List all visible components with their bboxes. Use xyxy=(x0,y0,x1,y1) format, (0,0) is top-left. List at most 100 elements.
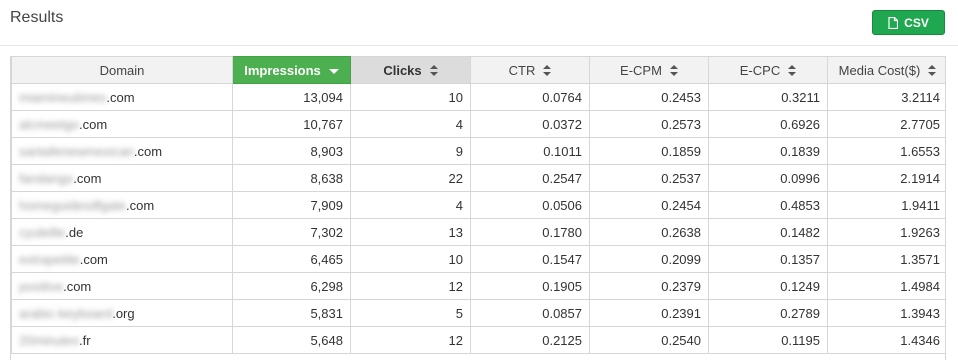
table-row: positive.com 6,298 12 0.1905 0.2379 0.1249 1.4… xyxy=(11,272,945,300)
domain-suffix: .com xyxy=(106,89,135,105)
cell-ecpm: 0.2099 xyxy=(589,245,709,273)
cell-impressions: 7,302 xyxy=(232,218,351,246)
cell-ctr: 0.0857 xyxy=(470,299,590,327)
cell-ecpc: 0.1249 xyxy=(708,272,828,300)
table-row: 20minutes.fr 5,648 12 0.2125 0.2540 0.1195 1.4… xyxy=(11,326,945,354)
cell-clicks: 12 xyxy=(350,272,471,300)
column-label: Clicks xyxy=(383,62,422,78)
cell-ecpc: 0.1357 xyxy=(708,245,828,273)
table-header-row: Domain Impressions Clicks CTR E-CPM E-CPC Medi… xyxy=(11,56,945,84)
cell-domain: extrapetite.com xyxy=(11,245,233,273)
sort-icon xyxy=(543,64,552,76)
file-icon xyxy=(888,16,899,29)
cell-clicks: 5 xyxy=(350,299,471,327)
table-row: arabic-keyboard.org 5,831 5 0.0857 0.2391 0.2… xyxy=(11,299,945,327)
cell-ctr: 0.0506 xyxy=(470,191,590,219)
column-header-clicks[interactable]: Clicks xyxy=(350,56,471,84)
cell-media_cost: 2.1914 xyxy=(827,164,945,192)
cell-media_cost: 1.4346 xyxy=(827,326,945,354)
table-row: santafenewmexican.com 8,903 9 0.1011 0.1859 0… xyxy=(11,137,945,165)
blurred-domain-text: cyuleille xyxy=(19,224,66,240)
blurred-domain-text: positive xyxy=(19,278,64,294)
cell-ctr: 0.1905 xyxy=(470,272,590,300)
cell-impressions: 8,638 xyxy=(232,164,351,192)
blurred-domain-text: alcmeetgo xyxy=(19,116,79,132)
cell-ecpm: 0.2537 xyxy=(589,164,709,192)
cell-ecpc: 0.0996 xyxy=(708,164,828,192)
blurred-domain-text: arabic-keyboard xyxy=(19,305,113,321)
domain-suffix: .org xyxy=(112,305,135,321)
cell-ecpc: 0.2789 xyxy=(708,299,828,327)
table-row: alcmeetgo.com 10,767 4 0.0372 0.2573 0.6926 2.… xyxy=(11,110,945,138)
sort-icon xyxy=(429,64,438,76)
table-row: fandango.com 8,638 22 0.2547 0.2537 0.0996 2.1… xyxy=(11,164,945,192)
cell-domain: alcmeetgo.com xyxy=(11,110,233,138)
cell-domain: positive.com xyxy=(11,272,233,300)
cell-clicks: 22 xyxy=(350,164,471,192)
cell-impressions: 6,298 xyxy=(232,272,351,300)
domain-suffix: .com xyxy=(63,278,92,294)
cell-impressions: 6,465 xyxy=(232,245,351,273)
blurred-domain-text: santafenewmexican xyxy=(19,143,134,159)
csv-export-button[interactable]: CSV xyxy=(872,10,945,35)
cell-media_cost: 1.9263 xyxy=(827,218,945,246)
domain-suffix: .com xyxy=(73,170,102,186)
table-row: homeguidesdfgate.com 7,909 4 0.0506 0.2454 0.… xyxy=(11,191,945,219)
cell-impressions: 10,767 xyxy=(232,110,351,138)
cell-impressions: 13,094 xyxy=(232,83,351,111)
cell-ecpc: 0.1839 xyxy=(708,137,828,165)
cell-clicks: 12 xyxy=(350,326,471,354)
column-header-media_cost[interactable]: Media Cost($) xyxy=(827,56,945,84)
cell-ecpm: 0.2454 xyxy=(589,191,709,219)
cell-ecpm: 0.1859 xyxy=(589,137,709,165)
column-header-ecpc[interactable]: E-CPC xyxy=(708,56,828,84)
column-header-impressions[interactable]: Impressions xyxy=(232,56,351,84)
domain-suffix: .com xyxy=(78,116,108,132)
column-header-ecpm[interactable]: E-CPM xyxy=(589,56,709,84)
cell-ecpc: 0.4853 xyxy=(708,191,828,219)
column-label: Impressions xyxy=(244,62,321,78)
domain-suffix: .com xyxy=(133,143,163,159)
column-label: CTR xyxy=(508,62,536,78)
cell-domain: homeguidesdfgate.com xyxy=(11,191,233,219)
csv-button-label: CSV xyxy=(904,15,929,30)
cell-domain: fandango.com xyxy=(11,164,233,192)
cell-impressions: 5,831 xyxy=(232,299,351,327)
cell-ecpm: 0.2391 xyxy=(589,299,709,327)
domain-suffix: .com xyxy=(125,197,155,213)
cell-impressions: 8,903 xyxy=(232,137,351,165)
cell-ctr: 0.1780 xyxy=(470,218,590,246)
results-table: Domain Impressions Clicks CTR E-CPM E-CPC Medi… xyxy=(10,56,946,360)
sort-icon xyxy=(669,64,678,76)
table-row: miamineutimes.com 13,094 10 0.0764 0.2453 0.3… xyxy=(11,83,945,111)
cell-media_cost: 2.7705 xyxy=(827,110,945,138)
sort-icon xyxy=(788,64,797,76)
cell-ecpc: 0.1482 xyxy=(708,218,828,246)
cell-impressions: 5,648 xyxy=(232,326,351,354)
cell-ecpm: 0.2638 xyxy=(589,218,709,246)
cell-impressions: 7,909 xyxy=(232,191,351,219)
column-label: Domain xyxy=(99,62,145,78)
sort-desc-icon xyxy=(328,68,339,74)
cell-domain: arabic-keyboard.org xyxy=(11,299,233,327)
blurred-domain-text: extrapetite xyxy=(19,251,80,267)
column-label: Media Cost($) xyxy=(838,62,921,78)
table-row: cyuleille.de 7,302 13 0.1780 0.2638 0.1482 1.9… xyxy=(11,218,945,246)
column-header-ctr[interactable]: CTR xyxy=(470,56,590,84)
blurred-domain-text: miamineutimes xyxy=(19,89,107,105)
cell-ctr: 0.1011 xyxy=(470,137,590,165)
cell-ctr: 0.0372 xyxy=(470,110,590,138)
cell-ecpc: 0.1195 xyxy=(708,326,828,354)
cell-ctr: 0.1547 xyxy=(470,245,590,273)
cell-clicks: 13 xyxy=(350,218,471,246)
column-header-domain[interactable]: Domain xyxy=(11,56,233,84)
cell-media_cost: 1.9411 xyxy=(827,191,945,219)
domain-suffix: .fr xyxy=(78,332,91,348)
cell-ctr: 0.0764 xyxy=(470,83,590,111)
cell-domain: 20minutes.fr xyxy=(11,326,233,354)
cell-media_cost: 1.6553 xyxy=(827,137,945,165)
cell-ecpc: 0.6926 xyxy=(708,110,828,138)
cell-ecpm: 0.2453 xyxy=(589,83,709,111)
blurred-domain-text: 20minutes xyxy=(19,332,79,348)
table-body: miamineutimes.com 13,094 10 0.0764 0.2453 0.3… xyxy=(11,83,945,354)
